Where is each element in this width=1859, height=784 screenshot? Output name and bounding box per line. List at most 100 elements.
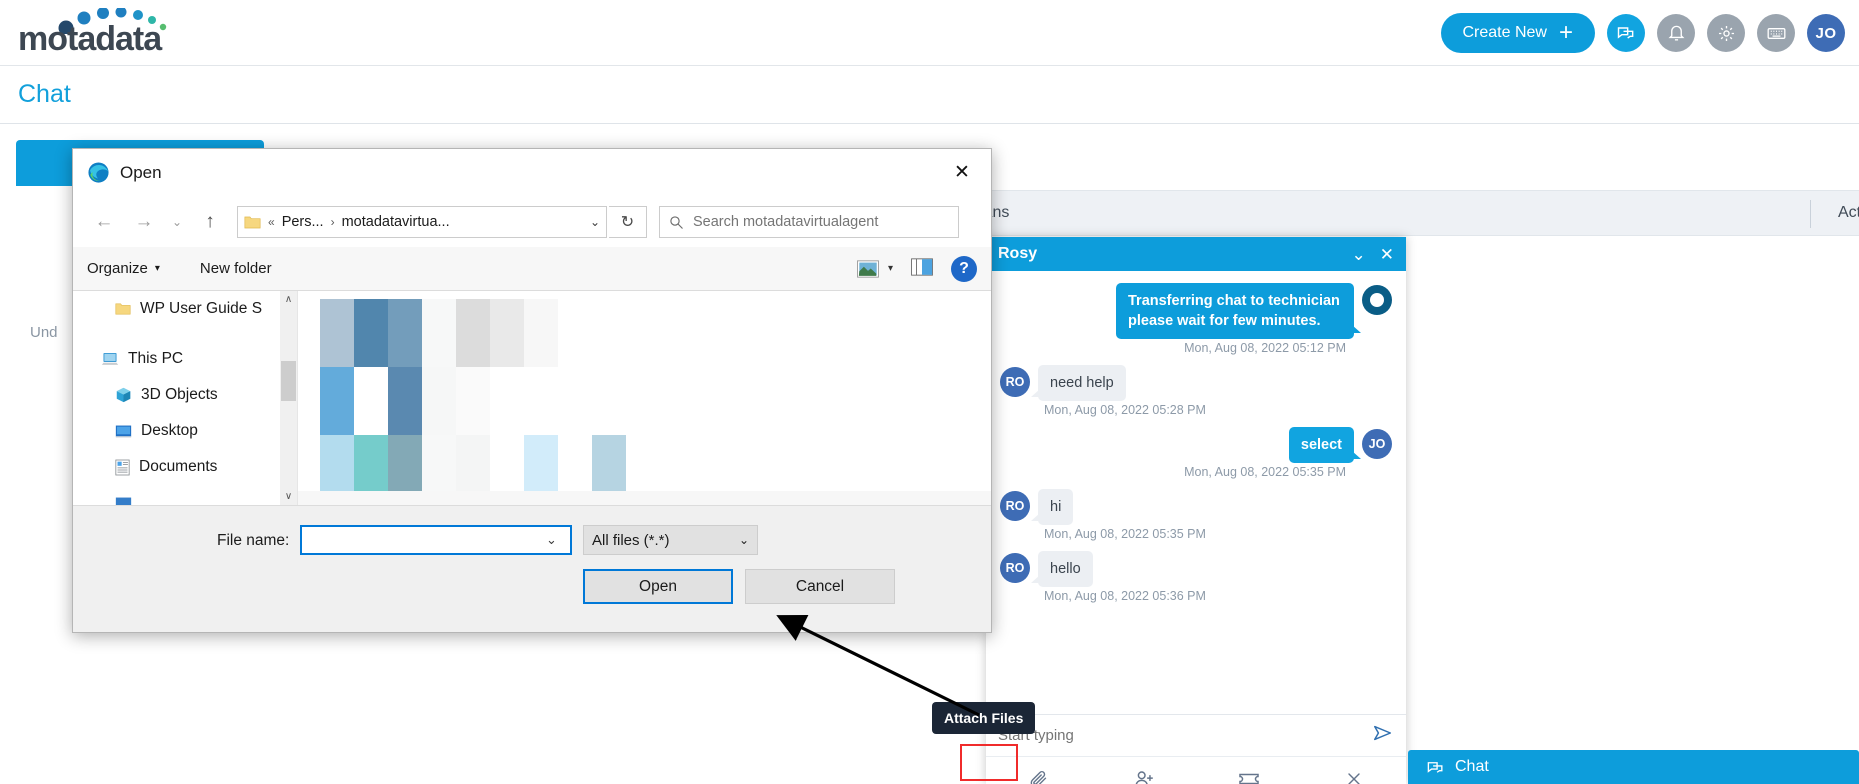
thumbnail-cell[interactable] [660, 299, 694, 333]
thumbnail-cell[interactable] [660, 401, 694, 435]
thumbnail-cell[interactable] [320, 401, 354, 435]
thumbnail-cell[interactable] [388, 367, 422, 401]
back-button[interactable]: ← [85, 206, 123, 238]
thumbnail-cell[interactable] [490, 299, 524, 333]
thumbnail-cell[interactable] [422, 299, 456, 333]
thumbnail-cell[interactable] [524, 299, 558, 333]
thumbnail-cell[interactable] [388, 299, 422, 333]
breadcrumb-part-0[interactable]: Pers... [282, 214, 324, 230]
thumbnail-cell[interactable] [524, 435, 558, 469]
scrollbar-thumb[interactable] [281, 361, 296, 401]
tree-item-wp-user-guide[interactable]: WP User Guide S [73, 291, 297, 327]
thumbnail-cell[interactable] [388, 333, 422, 367]
thumbnail-cell[interactable] [320, 333, 354, 367]
thumbnail-cell[interactable] [354, 435, 388, 469]
navigation-pane[interactable]: WP User Guide S This PC 3D Objects Deskt… [73, 291, 298, 505]
chevron-down-icon[interactable]: ⌄ [1352, 246, 1366, 263]
thumbnail-cell[interactable] [592, 435, 626, 469]
tree-item-desktop[interactable]: Desktop [73, 413, 297, 449]
tree-item-3d-objects[interactable]: 3D Objects [73, 377, 297, 413]
cancel-button[interactable]: Cancel [745, 569, 895, 604]
organize-button[interactable]: Organize ▾ [87, 260, 160, 277]
thumbnail-cell[interactable] [320, 367, 354, 401]
thumbnail-cell[interactable] [558, 435, 592, 469]
thumbnail-cell[interactable] [320, 299, 354, 333]
file-type-select[interactable]: All files (*.*) ⌄ [583, 525, 758, 555]
close-icon[interactable]: ✕ [1380, 246, 1394, 263]
dialog-close-button[interactable]: ✕ [933, 149, 991, 195]
chevron-down-icon[interactable]: ⌄ [590, 215, 600, 229]
thumbnail-cell[interactable] [490, 367, 524, 401]
send-icon[interactable] [1372, 722, 1394, 750]
thumbnail-cell[interactable] [558, 367, 592, 401]
navigation-pane-scrollbar[interactable]: ∧ ∨ [280, 291, 297, 505]
thumbnail-cell[interactable] [456, 333, 490, 367]
thumbnail-cell[interactable] [422, 367, 456, 401]
motadata-logo[interactable]: motadata [10, 6, 190, 58]
chat-message-input[interactable] [998, 727, 1372, 744]
thumbnail-cell[interactable] [354, 401, 388, 435]
notification-bell-icon[interactable] [1657, 14, 1695, 52]
tree-item-downloads-partial[interactable] [73, 485, 297, 505]
thumbnail-cell[interactable] [388, 435, 422, 469]
create-new-button[interactable]: Create New + [1440, 13, 1595, 53]
thumbnail-cell[interactable] [592, 333, 626, 367]
thumbnail-cell[interactable] [592, 367, 626, 401]
thumbnail-cell[interactable] [660, 435, 694, 469]
thumbnail-cell[interactable] [456, 435, 490, 469]
scroll-down-arrow[interactable]: ∨ [280, 488, 297, 505]
thumbnail-cell[interactable] [660, 367, 694, 401]
thumbnail-cell[interactable] [626, 435, 660, 469]
search-box[interactable] [659, 206, 959, 238]
add-user-icon[interactable] [1091, 768, 1196, 784]
recent-locations-button[interactable]: ⌄ [165, 206, 189, 238]
chat-message-list[interactable]: Transferring chat to technician please w… [986, 271, 1406, 714]
thumbnail-cell[interactable] [422, 435, 456, 469]
thumbnail-cell[interactable] [456, 401, 490, 435]
thumbnail-cell[interactable] [626, 367, 660, 401]
thumbnail-cell[interactable] [626, 333, 660, 367]
settings-gear-icon[interactable] [1707, 14, 1745, 52]
file-list-pane[interactable] [298, 291, 991, 505]
thumbnail-cell[interactable] [694, 401, 728, 435]
keyboard-icon[interactable] [1757, 14, 1795, 52]
thumbnail-cell[interactable] [354, 333, 388, 367]
change-view-button[interactable]: ▾ [857, 259, 893, 278]
thumbnail-cell[interactable] [490, 401, 524, 435]
user-avatar[interactable]: JO [1807, 14, 1845, 52]
preview-pane-button[interactable] [911, 257, 933, 280]
thumbnail-cell[interactable] [694, 435, 728, 469]
search-input[interactable] [693, 214, 949, 230]
file-name-input[interactable] [300, 525, 572, 555]
ticket-icon[interactable] [1196, 767, 1301, 784]
thumbnail-cell[interactable] [626, 401, 660, 435]
thumbnail-cell[interactable] [592, 401, 626, 435]
open-button[interactable]: Open [583, 569, 733, 604]
attach-files-icon[interactable] [986, 769, 1091, 784]
breadcrumb[interactable]: « Pers... › motadatavirtua... ⌄ [237, 206, 607, 238]
tree-item-documents[interactable]: Documents [73, 449, 297, 485]
thumbnail-cell[interactable] [694, 367, 728, 401]
dialog-title-bar[interactable]: Open ✕ [73, 149, 991, 197]
close-chat-icon[interactable] [1301, 769, 1406, 784]
thumbnail-cell[interactable] [490, 333, 524, 367]
thumbnail-cell[interactable] [558, 401, 592, 435]
scroll-up-arrow[interactable]: ∧ [280, 291, 297, 308]
thumbnail-cell[interactable] [558, 333, 592, 367]
thumbnail-cell[interactable] [456, 367, 490, 401]
thumbnail-cell[interactable] [694, 299, 728, 333]
up-one-level-button[interactable]: ↑ [191, 206, 229, 238]
thumbnail-cell[interactable] [354, 367, 388, 401]
refresh-button[interactable]: ↻ [609, 206, 647, 238]
thumbnail-cell[interactable] [524, 367, 558, 401]
thumbnail-cell[interactable] [524, 401, 558, 435]
tree-item-this-pc[interactable]: This PC [73, 341, 297, 377]
thumbnail-cell[interactable] [558, 299, 592, 333]
breadcrumb-chevrons[interactable]: « [268, 215, 275, 229]
new-folder-button[interactable]: New folder [200, 260, 272, 277]
thumbnail-cell[interactable] [694, 333, 728, 367]
thumbnail-cell[interactable] [660, 333, 694, 367]
thumbnail-cell[interactable] [422, 333, 456, 367]
thumbnail-cell[interactable] [626, 299, 660, 333]
file-list-horizontal-scrollbar[interactable] [298, 491, 991, 505]
